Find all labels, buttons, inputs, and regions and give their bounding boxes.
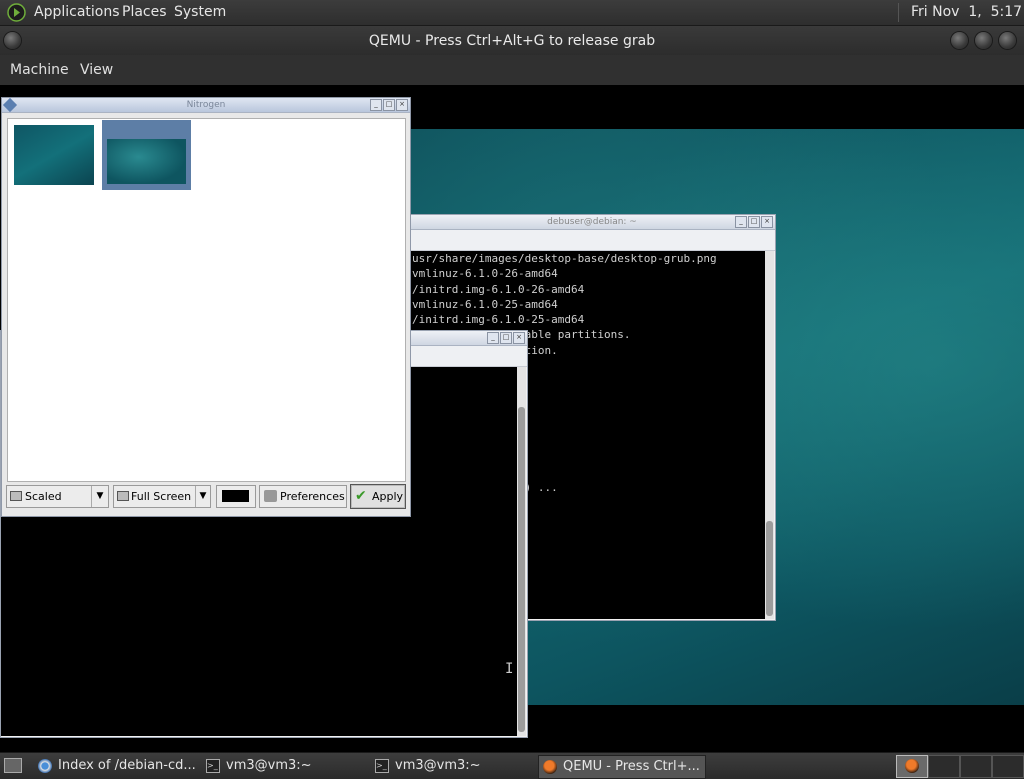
mode-select-value: Scaled	[25, 490, 62, 503]
taskbar: Index of /debian-cd... >_ vm3@vm3:~ >_ v…	[0, 752, 1024, 779]
taskbar-item-label: Index of /debian-cd...	[58, 758, 196, 773]
minimize-icon[interactable]	[951, 32, 968, 49]
menu-machine[interactable]: Machine	[10, 62, 69, 78]
menu-applications[interactable]: Applications	[34, 4, 120, 20]
menu-system[interactable]: System	[174, 4, 226, 20]
clock[interactable]: Fri Nov 1, 5:17 PM	[911, 4, 1024, 20]
color-swatch	[222, 490, 249, 502]
preferences-icon	[264, 490, 277, 502]
menu-view[interactable]: View	[80, 62, 113, 78]
terminal-scrollbar[interactable]	[517, 367, 526, 736]
wallpaper-thumbnail-image	[107, 139, 186, 184]
chevron-down-icon: ▼	[195, 486, 210, 507]
terminal-line: vmlinuz-6.1.0-25-amd64	[412, 297, 558, 311]
wallpaper-grid	[7, 118, 406, 482]
panel-separator	[898, 3, 901, 22]
taskbar-item-label: vm3@vm3:~	[395, 758, 481, 773]
preferences-label: Preferences	[280, 490, 345, 503]
wallpaper-thumbnail[interactable]	[14, 125, 94, 185]
workspace-4[interactable]	[992, 755, 1024, 778]
taskbar-item-terminal-2[interactable]: >_ vm3@vm3:~	[371, 755, 557, 777]
checkmark-icon: ✔	[355, 488, 367, 504]
close-icon[interactable]: ×	[513, 332, 525, 344]
minimize-icon[interactable]: _	[370, 99, 382, 111]
maximize-icon[interactable]: □	[500, 332, 512, 344]
terminal-menubar	[409, 230, 775, 251]
taskbar-item-qemu[interactable]: QEMU - Press Ctrl+...	[538, 755, 706, 779]
show-desktop-icon[interactable]	[4, 758, 22, 773]
maximize-icon[interactable]: □	[748, 216, 760, 228]
close-icon[interactable]: ×	[761, 216, 773, 228]
close-icon[interactable]: ×	[396, 99, 408, 111]
applications-logo-icon[interactable]	[7, 3, 26, 22]
top-panel: Applications Places System Fri Nov 1, 5:…	[0, 0, 1024, 25]
workspace-3[interactable]	[960, 755, 992, 778]
minimize-icon[interactable]: _	[487, 332, 499, 344]
qemu-icon	[543, 760, 557, 774]
apply-label: Apply	[372, 490, 404, 503]
terminal-title: debuser@debian: ~	[547, 217, 637, 227]
taskbar-item-label: vm3@vm3:~	[226, 758, 312, 773]
screen-select[interactable]: Full Screen ▼	[113, 485, 211, 508]
nitrogen-window[interactable]: Nitrogen _ □ × Scaled ▼ Full Screen ▼ Pr…	[1, 97, 411, 517]
close-icon[interactable]	[999, 32, 1016, 49]
apply-button[interactable]: ✔ Apply	[350, 484, 406, 509]
window-menu-icon[interactable]	[4, 32, 21, 49]
chromium-icon	[38, 759, 52, 773]
monitor-icon	[10, 491, 22, 501]
terminal-icon: >_	[375, 759, 389, 773]
menu-places[interactable]: Places	[122, 4, 167, 20]
terminal-scrollbar[interactable]	[765, 251, 774, 619]
workspace-2[interactable]	[928, 755, 960, 778]
taskbar-item-terminal-1[interactable]: >_ vm3@vm3:~	[202, 755, 388, 777]
qemu-menubar: Machine View	[0, 55, 1024, 85]
screen-select-value: Full Screen	[131, 490, 192, 503]
terminal-line: usr/share/images/desktop-base/desktop-gr…	[412, 252, 717, 265]
guest-screen[interactable]: debuser@debian: ~ _ □ × usr/share/images/d…	[0, 85, 1024, 752]
minimize-icon[interactable]: _	[735, 216, 747, 228]
terminal-line: /initrd.img-6.1.0-25-amd64	[412, 313, 585, 327]
nitrogen-titlebar[interactable]: Nitrogen _ □ ×	[2, 97, 410, 113]
monitor-icon	[117, 491, 129, 501]
preferences-button[interactable]: Preferences	[259, 485, 347, 508]
maximize-icon[interactable]: □	[383, 99, 395, 111]
qemu-titlebar[interactable]: QEMU - Press Ctrl+Alt+G to release grab	[0, 25, 1024, 56]
mode-select[interactable]: Scaled ▼	[6, 485, 109, 508]
terminal-titlebar[interactable]: debuser@debian: ~ _ □ ×	[409, 215, 775, 230]
window-title: QEMU - Press Ctrl+Alt+G to release grab	[368, 33, 656, 49]
taskbar-item-browser[interactable]: Index of /debian-cd...	[34, 755, 220, 777]
terminal-line: /initrd.img-6.1.0-26-amd64	[412, 282, 585, 296]
terminal-icon: >_	[206, 759, 220, 773]
text-cursor-icon: I	[505, 661, 514, 677]
nitrogen-title: Nitrogen	[186, 100, 226, 110]
scrollbar-thumb[interactable]	[518, 407, 525, 732]
scrollbar-thumb[interactable]	[766, 521, 773, 616]
wallpaper-thumbnail-selected[interactable]	[102, 120, 191, 190]
nitrogen-app-icon[interactable]	[2, 97, 18, 113]
maximize-icon[interactable]	[975, 32, 992, 49]
workspace-switcher[interactable]	[896, 755, 928, 778]
taskbar-item-label: QEMU - Press Ctrl+...	[563, 759, 700, 774]
qemu-icon	[905, 759, 919, 773]
chevron-down-icon: ▼	[91, 486, 108, 507]
terminal-line: vmlinuz-6.1.0-26-amd64	[412, 267, 558, 281]
bg-color-button[interactable]	[216, 485, 256, 508]
